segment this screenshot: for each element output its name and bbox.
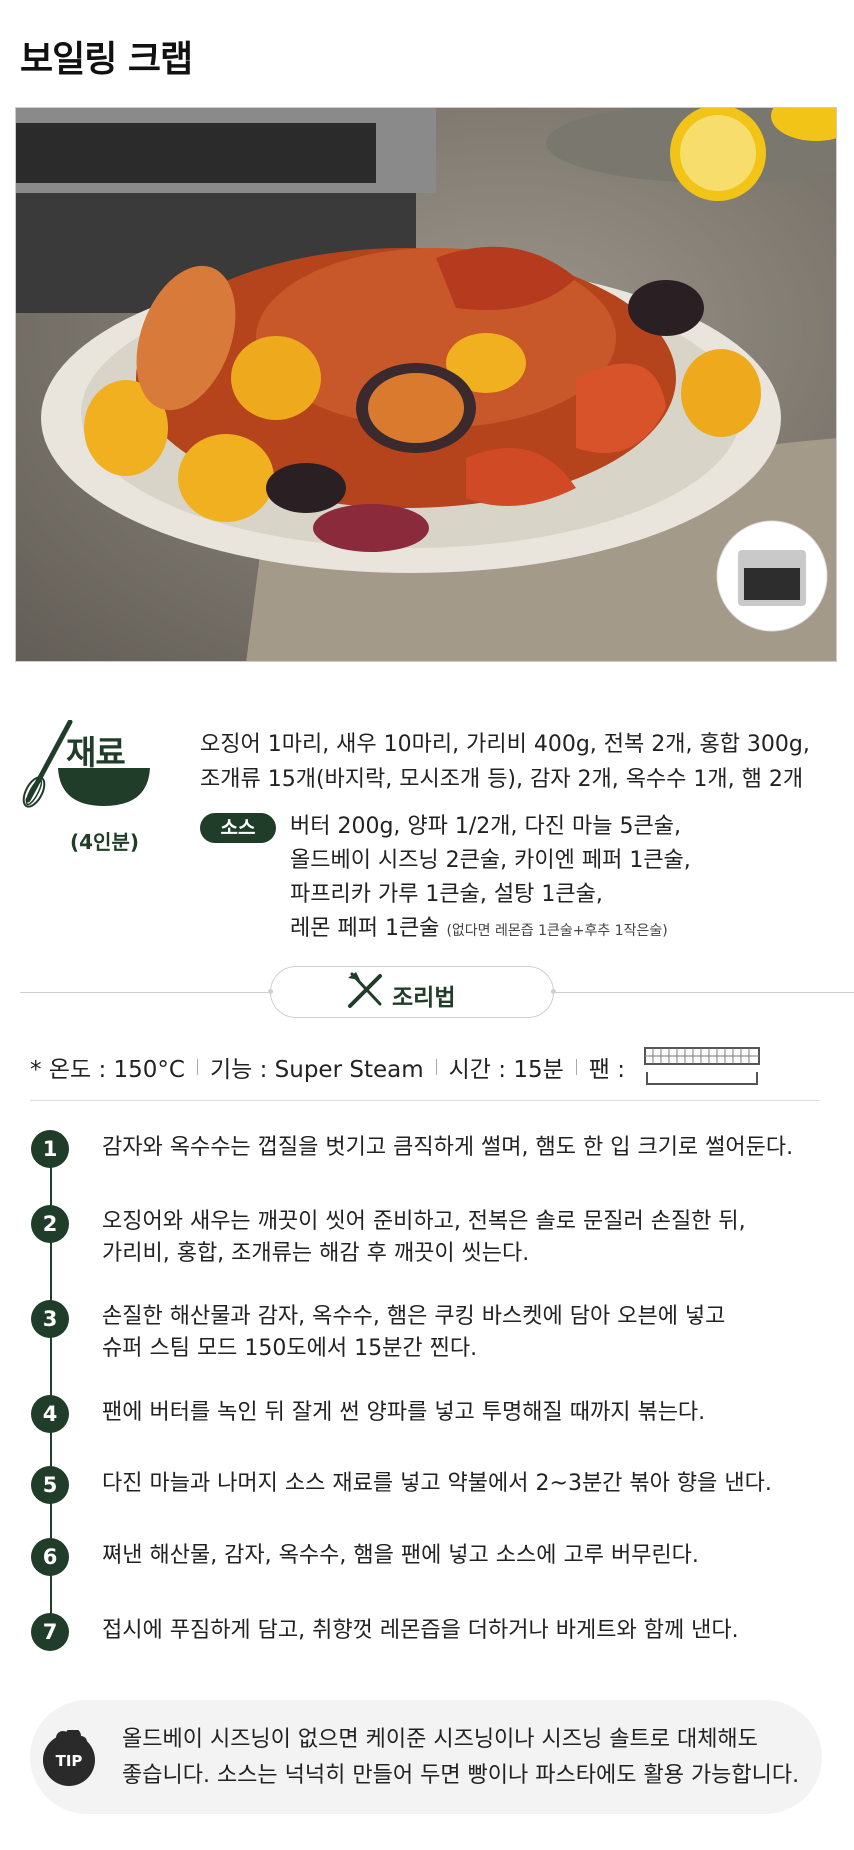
tip-chef-icon: TIP [41,1728,97,1786]
sauce-line: 레몬 페퍼 1큰술 (없다면 레몬즙 1큰술+후추 1작은술) [290,912,691,948]
step-number: 6 [31,1538,69,1576]
step-text: 접시에 푸짐하게 담고, 취향껏 레몬즙을 더하거나 바게트와 함께 낸다. [102,1615,822,1647]
sauce-note: (없다면 레몬즙 1큰술+후추 1작은술) [446,923,668,939]
step-number: 4 [31,1395,69,1433]
method-label: 조리법 [392,985,456,1011]
step-line: 감자와 옥수수는 껍질을 벗기고 큼직하게 썰며, 햄도 한 입 크기로 썰어둔… [102,1135,794,1160]
main-ingredients: 오징어 1마리, 새우 10마리, 가리비 400g, 전복 2개, 홍합 30… [200,727,810,797]
tip-line: 올드베이 시즈닝이 없으면 케이준 시즈닝이나 시즈닝 솔트로 대체해도 [122,1727,758,1752]
sauce-line: 버터 200g, 양파 1/2개, 다진 마늘 5큰술, [290,814,681,839]
servings-label: (4인분) [70,830,139,854]
utensils-icon [346,970,386,1010]
time-setting: 시간 : 15분 [448,1057,564,1083]
main-ingredients-line: 오징어 1마리, 새우 10마리, 가리비 400g, 전복 2개, 홍합 30… [200,732,810,757]
sauce-badge: 소스 [200,813,276,843]
sauce-line: 올드베이 시즈닝 2큰술, 카이엔 페퍼 1큰술, [290,848,691,873]
sauce-line-text: 레몬 페퍼 1큰술 [290,916,440,941]
step-line: 쪄낸 해산물, 감자, 옥수수, 햄을 팬에 넣고 소스에 고루 버무린다. [102,1543,699,1568]
step-line: 접시에 푸짐하게 담고, 취향껏 레몬즙을 더하거나 바게트와 함께 낸다. [102,1618,739,1643]
step-line: 손질한 해산물과 감자, 옥수수, 햄은 쿠킹 바스켓에 담아 오븐에 넣고 [102,1304,726,1329]
function-setting: 기능 : Super Steam [209,1057,424,1083]
step-text: 오징어와 새우는 깨끗이 씻어 준비하고, 전복은 솔로 문질러 손질한 뒤, 가… [102,1206,822,1270]
step-line: 오징어와 새우는 깨끗이 씻어 준비하고, 전복은 솔로 문질러 손질한 뒤, [102,1209,746,1234]
basket-pan-icon [643,1046,761,1088]
step-line: 팬에 버터를 녹인 뒤 잘게 썬 양파를 넣고 투명해질 때까지 볶는다. [102,1400,706,1425]
cooking-settings: * 온도 : 150°C 기능 : Super Steam 시간 : 15분 팬… [30,1046,761,1088]
page-title: 보일링 크랩 [20,39,193,80]
step-number: 2 [31,1205,69,1243]
ingredients-header: 재료 [66,733,126,772]
pan-setting: 팬 : [588,1057,625,1083]
step-text: 쪄낸 해산물, 감자, 옥수수, 햄을 팬에 넣고 소스에 고루 버무린다. [102,1540,822,1572]
dish-photo [15,107,837,662]
tip-line: 좋습니다. 소스는 넉넉히 만들어 두면 빵이나 파스타에도 활용 가능합니다. [122,1763,800,1788]
step-text: 감자와 옥수수는 껍질을 벗기고 큼직하게 썰며, 햄도 한 입 크기로 썰어둔… [102,1132,822,1164]
sauce-ingredients: 버터 200g, 양파 1/2개, 다진 마늘 5큰술, 올드베이 시즈닝 2큰… [290,810,691,948]
step-text: 팬에 버터를 녹인 뒤 잘게 썬 양파를 넣고 투명해질 때까지 볶는다. [102,1397,822,1429]
temperature-setting: * 온도 : 150°C [30,1057,185,1083]
tip-text: 올드베이 시즈닝이 없으면 케이준 시즈닝이나 시즈닝 솔트로 대체해도 좋습니… [122,1722,799,1794]
step-number: 1 [31,1130,69,1168]
main-ingredients-line: 조개류 15개(바지락, 모시조개 등), 감자 2개, 옥수수 1개, 햄 2… [200,767,804,792]
step-line: 가리비, 홍합, 조개류는 해감 후 깨끗이 씻는다. [102,1241,530,1266]
step-text: 손질한 해산물과 감자, 옥수수, 햄은 쿠킹 바스켓에 담아 오븐에 넣고슈퍼… [102,1301,822,1365]
divider-dot [268,989,273,994]
step-line: 슈퍼 스팀 모드 150도에서 15분간 찐다. [102,1336,478,1361]
sauce-line: 파프리카 가루 1큰술, 설탕 1큰술, [290,882,603,907]
settings-divider [30,1100,820,1101]
step-number: 7 [31,1613,69,1651]
step-number: 5 [31,1466,69,1504]
tip-badge: TIP [55,1752,83,1770]
separator [196,1059,198,1075]
divider-dot [551,989,556,994]
separator [435,1059,437,1075]
step-line: 다진 마늘과 나머지 소스 재료를 넣고 약불에서 2~3분간 볶아 향을 낸다… [102,1471,772,1496]
step-text: 다진 마늘과 나머지 소스 재료를 넣고 약불에서 2~3분간 볶아 향을 낸다… [102,1468,822,1500]
step-number: 3 [31,1300,69,1338]
separator [575,1059,577,1075]
